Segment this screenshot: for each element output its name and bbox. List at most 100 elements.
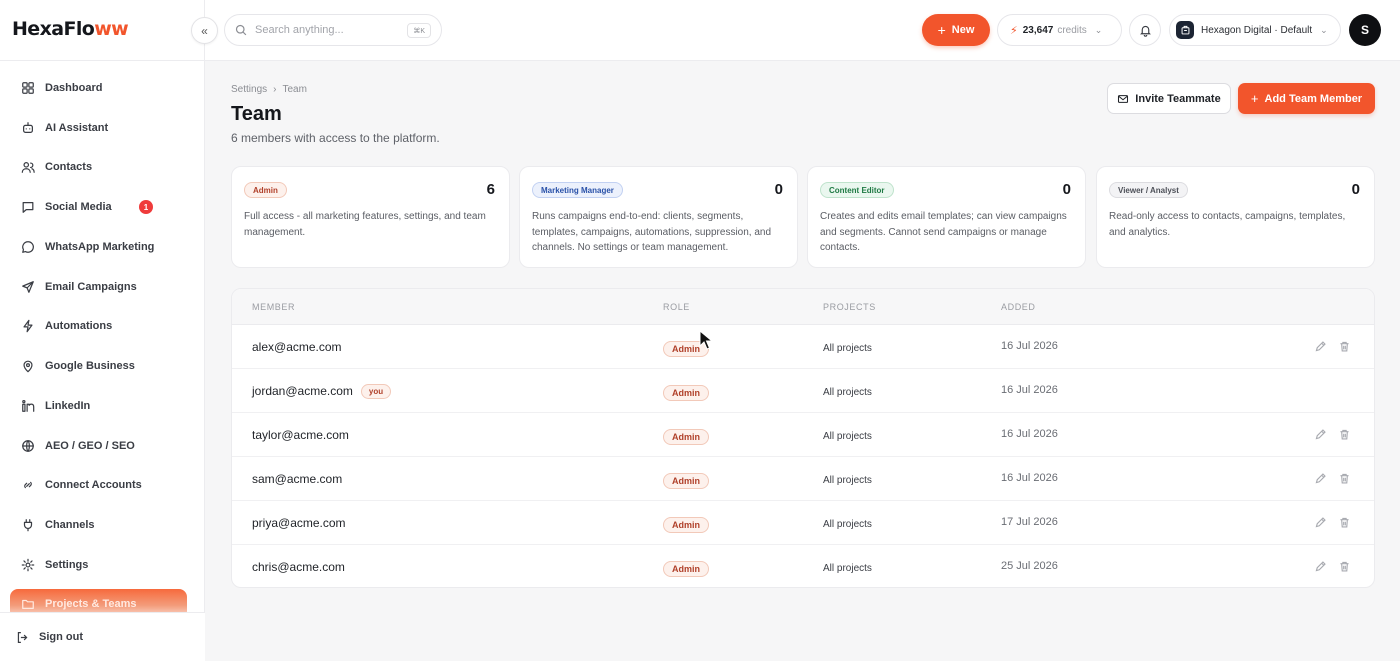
role-description: Creates and edits email templates; can v… [820,211,1067,253]
table-row: jordan@acme.com you Admin All projects 16 Ju… [232,369,1374,413]
sidebar-divider [0,60,205,61]
member-role-badge: Admin [663,561,709,577]
sidebar-item-aeo-geo-seo[interactable]: AEO / GEO / SEO [0,426,205,466]
robot-icon [23,121,33,133]
sign-out-icon [17,631,28,643]
sidebar-item-label: AI Assistant [45,121,109,134]
delete-trash-icon[interactable] [1338,472,1351,485]
sidebar-item-label: Connect Accounts [45,479,142,492]
delete-trash-icon[interactable] [1338,560,1351,573]
sidebar-item-ai-assistant[interactable]: AI Assistant [0,108,205,148]
plug-icon [23,519,33,532]
credits-dropdown[interactable]: ⚡ 23,647 credits ⌄ [997,14,1122,46]
sidebar-item-whatsapp-marketing[interactable]: WhatsApp Marketing [0,227,205,267]
double-chevron-left-icon: « [201,23,208,38]
member-email: priya@acme.com [252,516,346,530]
invite-teammate-label: Invite Teammate [1135,92,1221,105]
member-projects: All projects [823,475,872,486]
sidebar-item-label: LinkedIn [45,399,91,412]
sidebar-item-label: WhatsApp Marketing [45,240,155,253]
member-role-badge: Admin [663,385,709,401]
role-member-count: 0 [774,181,783,198]
role-card-va: Viewer / Analyst 0 Read-only access to con… [1096,166,1375,268]
edit-pencil-icon[interactable] [1314,472,1327,485]
members-table: MEMBER ROLE PROJECTS ADDED alex@acme.com… [231,288,1375,588]
sidebar-item-label: Social Media [45,201,112,214]
sidebar-item-label: Google Business [45,360,135,373]
breadcrumb: Settings › Team [231,84,307,95]
member-projects: All projects [823,343,872,354]
sidebar-nav: Dashboard AI Assistant Contacts Social Medi… [0,68,205,619]
globe-icon [22,439,34,452]
sidebar-item-automations[interactable]: Automations [0,307,205,347]
role-description: Runs campaigns end-to-end: clients, segm… [532,211,772,253]
app-logo[interactable]: HexaFloww [12,18,129,40]
sign-out-label: Sign out [39,631,83,643]
send-icon [22,280,34,293]
role-badge: Admin [244,182,287,198]
sidebar: HexaFloww Dashboard AI Assistant Contacts S… [0,0,205,661]
role-member-count: 0 [1062,181,1071,198]
add-team-member-label: Add Team Member [1264,92,1363,105]
member-role-badge: Admin [663,473,709,489]
column-role: ROLE [663,302,690,312]
bell-icon [1139,25,1151,37]
credits-label: credits [1057,24,1087,36]
plus-icon: + [937,22,946,38]
sidebar-item-google-business[interactable]: Google Business [0,346,205,386]
link-icon [24,482,32,489]
sign-out-button[interactable]: Sign out [0,612,205,661]
chevron-down-icon: ⌄ [1094,24,1103,35]
role-badge: Content Editor [820,182,894,198]
edit-pencil-icon[interactable] [1314,560,1327,573]
search-shortcut-badge: ⌘K [407,23,431,38]
member-projects: All projects [823,519,872,530]
chevron-down-icon: ⌄ [1320,24,1328,35]
sidebar-item-dashboard[interactable]: Dashboard [0,68,205,108]
member-projects: All projects [823,563,872,574]
sidebar-item-linkedin[interactable]: LinkedIn [0,386,205,426]
sidebar-item-social-media[interactable]: Social Media 1 [0,187,205,227]
sidebar-item-email-campaigns[interactable]: Email Campaigns [0,267,205,307]
edit-pencil-icon[interactable] [1314,428,1327,441]
delete-trash-icon[interactable] [1338,340,1351,353]
sidebar-item-label: Dashboard [45,81,103,94]
sidebar-item-connect-accounts[interactable]: Connect Accounts [0,466,205,506]
edit-pencil-icon[interactable] [1314,516,1327,529]
workspace-switcher[interactable]: Hexagon Digital · Default ⌄ [1169,14,1341,46]
sidebar-item-label: Contacts [45,161,93,174]
member-email: chris@acme.com [252,560,345,574]
gear-icon [21,558,35,572]
bolt-icon [23,320,33,333]
collapse-sidebar-button[interactable]: « [191,17,218,44]
invite-teammate-button[interactable]: Invite Teammate [1107,83,1231,114]
users-icon [21,162,35,174]
search-icon [235,24,247,36]
role-badge: Viewer / Analyst [1109,182,1188,198]
search-input[interactable] [255,24,405,36]
table-header: MEMBER ROLE PROJECTS ADDED [232,289,1374,325]
folder-icon [22,599,34,609]
sidebar-item-label: AEO / GEO / SEO [45,439,135,452]
sidebar-item-contacts[interactable]: Contacts [0,148,205,188]
you-badge: you [360,384,392,400]
breadcrumb-settings[interactable]: Settings [231,84,267,95]
new-button[interactable]: + New [922,14,990,46]
workspace-label: Hexagon Digital · Default [1201,24,1313,36]
dashboard-icon [22,82,34,94]
sidebar-item-settings[interactable]: Settings [0,545,205,585]
sidebar-item-label: Channels [45,519,95,532]
delete-trash-icon[interactable] [1338,516,1351,529]
search-bar[interactable]: ⌘K [224,14,442,46]
map-pin-icon [23,360,33,373]
user-avatar[interactable]: S [1349,14,1381,46]
delete-trash-icon[interactable] [1338,428,1351,441]
edit-pencil-icon[interactable] [1314,340,1327,353]
add-team-member-button[interactable]: + Add Team Member [1238,83,1375,114]
role-member-count: 6 [486,181,495,198]
sidebar-item-channels[interactable]: Channels [0,505,205,545]
column-member: MEMBER [252,302,296,312]
column-added: ADDED [1001,302,1036,312]
table-row: sam@acme.com Admin All projects 16 Jul 2026 [232,457,1374,501]
notifications-button[interactable] [1129,14,1161,46]
